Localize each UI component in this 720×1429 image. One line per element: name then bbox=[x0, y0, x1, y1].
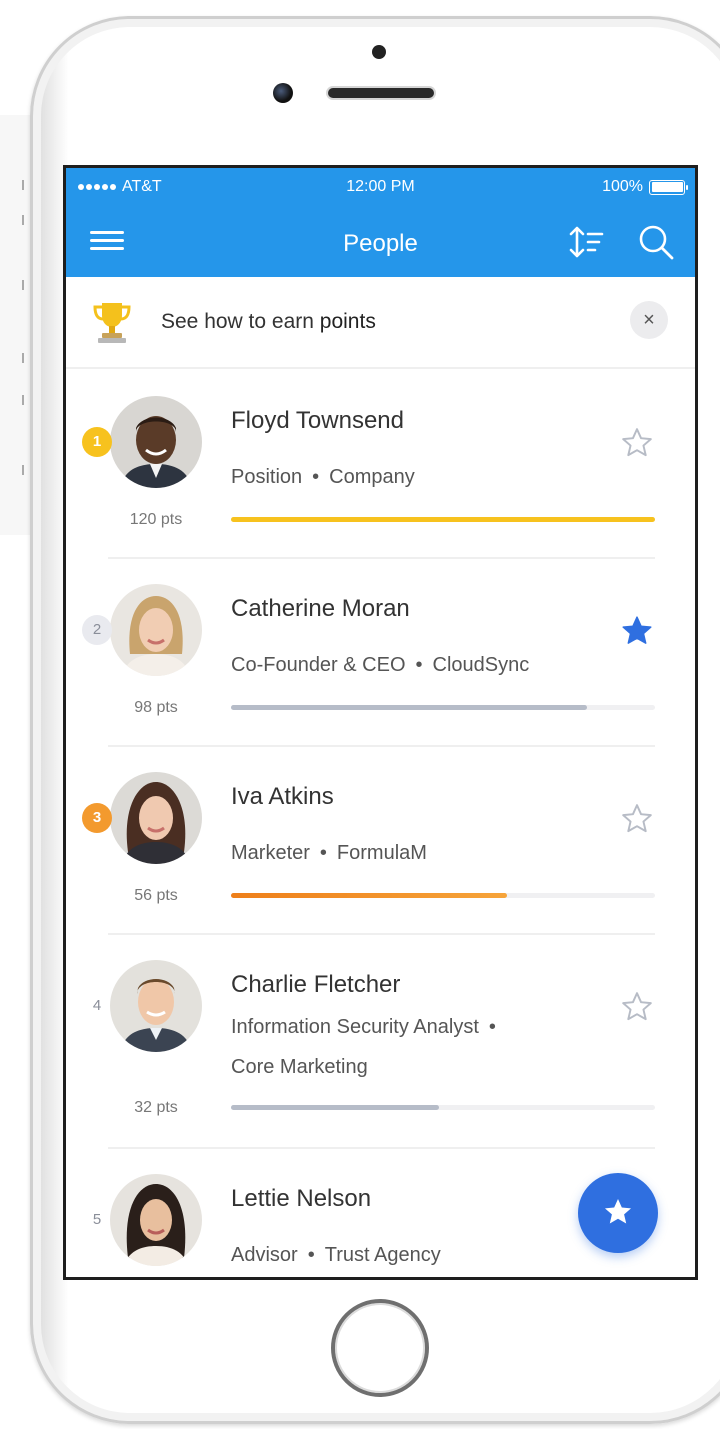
proximity-sensor bbox=[372, 45, 386, 59]
favorites-fab-button[interactable] bbox=[578, 1173, 658, 1253]
progress-track bbox=[231, 893, 655, 898]
avatar bbox=[110, 584, 202, 676]
status-bar: AT&T 12:00 PM 100% bbox=[66, 168, 695, 208]
person-position: Information Security Analyst bbox=[231, 1016, 479, 1038]
person-details: Marketer • FormulaM bbox=[231, 842, 427, 864]
sort-icon[interactable] bbox=[566, 222, 610, 262]
list-item[interactable]: 2 Catherine Moran Co-Founder & CEO • Cloud… bbox=[66, 559, 695, 747]
avatar bbox=[110, 960, 202, 1052]
background-mark bbox=[22, 215, 24, 225]
person-company: Company bbox=[329, 466, 415, 488]
app-screen: AT&T 12:00 PM 100% People See how to ear… bbox=[63, 165, 698, 1280]
person-company: Trust Agency bbox=[324, 1244, 441, 1266]
points-label: 120 pts bbox=[129, 511, 183, 528]
star-outline-icon[interactable] bbox=[619, 989, 655, 1025]
person-company: CloudSync bbox=[432, 654, 530, 676]
background-mark bbox=[22, 395, 24, 405]
person-position: Position bbox=[231, 466, 303, 488]
person-details: Advisor • Trust Agency bbox=[231, 1244, 441, 1266]
points-label: 56 pts bbox=[134, 887, 178, 904]
avatar bbox=[110, 1174, 202, 1266]
points-label: 32 pts bbox=[134, 1099, 178, 1116]
front-camera bbox=[273, 83, 293, 103]
rank-badge: 4 bbox=[92, 997, 102, 1014]
trophy-icon bbox=[92, 299, 132, 345]
progress-fill bbox=[231, 705, 588, 710]
person-name: Iva Atkins bbox=[231, 783, 334, 810]
progress-fill bbox=[231, 517, 655, 522]
person-details: Co-Founder & CEO • CloudSync bbox=[231, 654, 530, 676]
home-button[interactable] bbox=[331, 1299, 429, 1397]
person-name: Lettie Nelson bbox=[231, 1185, 372, 1212]
star-filled-icon[interactable] bbox=[619, 613, 655, 649]
person-company: FormulaM bbox=[336, 842, 427, 864]
person-name: Catherine Moran bbox=[231, 595, 410, 622]
rank-badge: 2 bbox=[82, 615, 112, 645]
earn-points-banner[interactable]: See how to earn points × bbox=[66, 277, 695, 369]
points-label: 98 pts bbox=[134, 699, 178, 716]
banner-text-prefix: See how to earn bbox=[161, 310, 320, 333]
progress-track bbox=[231, 517, 655, 522]
progress-fill bbox=[231, 1105, 439, 1110]
list-item[interactable]: 4 Charlie Fletcher Information Security … bbox=[66, 935, 695, 1149]
background-mark bbox=[22, 353, 24, 363]
background-mark bbox=[22, 280, 24, 290]
progress-track bbox=[231, 705, 655, 710]
banner-text: See how to earn points bbox=[161, 310, 376, 334]
list-item[interactable]: 3 Iva Atkins Marketer • FormulaM 56 pts bbox=[66, 747, 695, 935]
person-details: Information Security Analyst • Core Market… bbox=[231, 1016, 496, 1078]
earpiece-speaker bbox=[328, 88, 434, 98]
person-company: Core Marketing bbox=[231, 1056, 368, 1078]
battery-status: 100% bbox=[602, 178, 688, 196]
search-icon[interactable] bbox=[634, 220, 678, 264]
list-item[interactable]: 1 Floyd Townsend Position • Company 120 pt… bbox=[66, 371, 695, 559]
close-banner-button[interactable]: × bbox=[630, 301, 668, 339]
banner-text-bold: points bbox=[319, 310, 376, 333]
rank-badge: 3 bbox=[82, 803, 112, 833]
star-icon bbox=[604, 1198, 632, 1224]
avatar bbox=[110, 396, 202, 488]
progress-track bbox=[231, 1105, 655, 1110]
rank-badge: 1 bbox=[82, 427, 112, 457]
avatar bbox=[110, 772, 202, 864]
person-details: Position • Company bbox=[231, 466, 415, 488]
progress-fill bbox=[231, 893, 507, 898]
person-position: Co-Founder & CEO bbox=[231, 654, 406, 676]
person-name: Charlie Fletcher bbox=[231, 971, 401, 998]
background-mark bbox=[22, 180, 24, 190]
clock: 12:00 PM bbox=[346, 178, 415, 195]
people-list: 1 Floyd Townsend Position • Company 120 pt… bbox=[66, 371, 695, 1277]
person-position: Marketer bbox=[231, 842, 310, 864]
battery-icon bbox=[649, 179, 688, 195]
nav-bar: People bbox=[66, 208, 695, 277]
background-mark bbox=[22, 465, 24, 475]
person-position: Advisor bbox=[231, 1244, 298, 1266]
battery-percent: 100% bbox=[602, 178, 643, 195]
rank-badge: 5 bbox=[92, 1211, 102, 1228]
person-name: Floyd Townsend bbox=[231, 407, 404, 434]
star-outline-icon[interactable] bbox=[619, 801, 655, 837]
star-outline-icon[interactable] bbox=[619, 425, 655, 461]
